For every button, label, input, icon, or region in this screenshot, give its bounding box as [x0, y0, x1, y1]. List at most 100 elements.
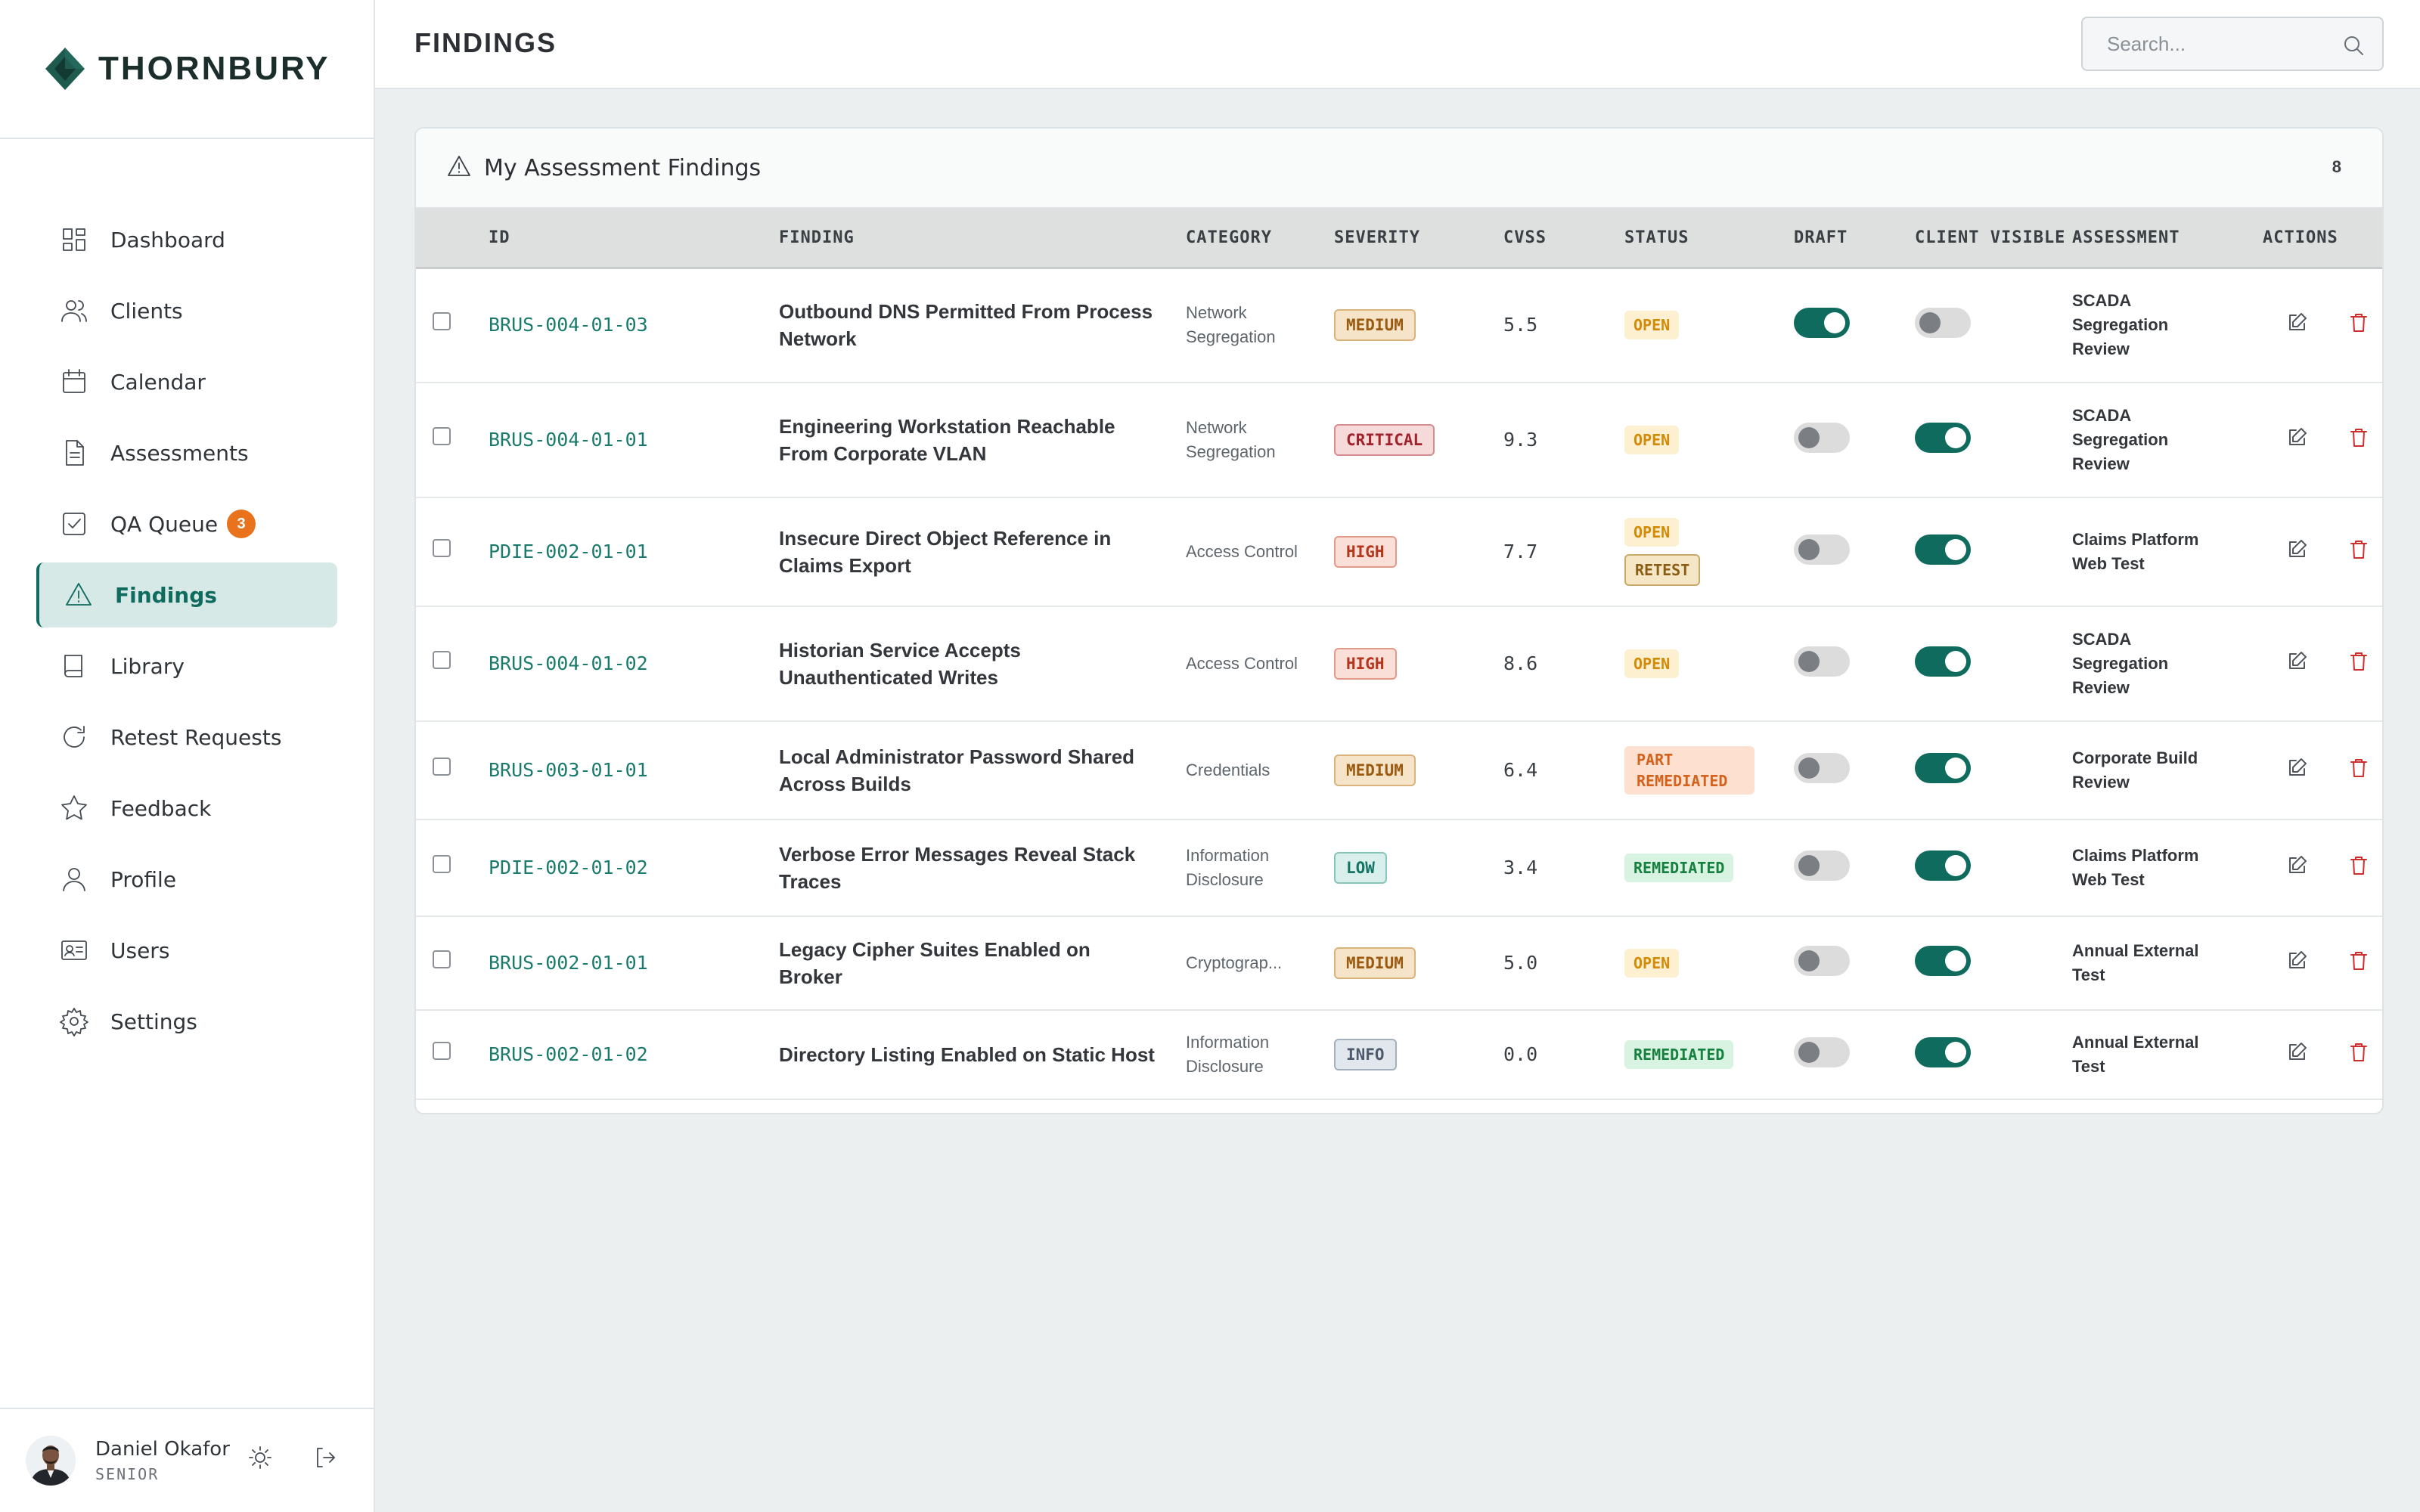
row-select-checkbox[interactable] [433, 539, 451, 557]
row-select-checkbox[interactable] [433, 312, 451, 331]
sidebar-item-qa-queue[interactable]: QA Queue 3 [36, 491, 337, 556]
delete-trash-icon[interactable] [2347, 1041, 2370, 1069]
edit-icon[interactable] [2285, 538, 2308, 566]
table-row[interactable]: PDIE-002-01-02 Verbose Error Messages Rev… [416, 820, 2382, 916]
finding-id-link[interactable]: PDIE-002-01-01 [489, 541, 648, 562]
table-row[interactable]: BRUS-004-01-02 Historian Service Accepts … [416, 606, 2382, 721]
row-select-checkbox[interactable] [433, 1042, 451, 1060]
finding-title[interactable]: Directory Listing Enabled on Static Host [779, 1041, 1186, 1068]
col-header-finding[interactable]: FINDING [779, 209, 1186, 269]
client-visible-toggle[interactable] [1915, 307, 1971, 338]
table-row[interactable]: BRUS-002-01-01 Legacy Cipher Suites Enabl… [416, 916, 2382, 1010]
row-select-checkbox[interactable] [433, 651, 451, 669]
sidebar-item-feedback[interactable]: Feedback [36, 776, 337, 841]
delete-trash-icon[interactable] [2347, 650, 2370, 678]
col-header-assessment[interactable]: ASSESSMENT [2072, 209, 2263, 269]
edit-icon[interactable] [2285, 426, 2308, 454]
draft-toggle[interactable] [1794, 307, 1850, 338]
col-header-status[interactable]: STATUS [1624, 209, 1794, 269]
assessment-name[interactable]: SCADA Segregation Review [2072, 289, 2216, 361]
table-row[interactable]: BRUS-003-01-01 Local Administrator Passwo… [416, 721, 2382, 820]
col-header-severity[interactable]: SEVERITY [1334, 209, 1503, 269]
delete-trash-icon[interactable] [2347, 854, 2370, 882]
client-visible-toggle[interactable] [1915, 850, 1971, 881]
client-visible-toggle[interactable] [1915, 534, 1971, 565]
delete-trash-icon[interactable] [2347, 538, 2370, 566]
finding-title[interactable]: Local Administrator Password Shared Acro… [779, 743, 1186, 798]
delete-trash-icon[interactable] [2347, 757, 2370, 785]
finding-title[interactable]: Insecure Direct Object Reference in Clai… [779, 525, 1186, 579]
finding-id-link[interactable]: PDIE-002-01-02 [489, 857, 648, 878]
delete-trash-icon[interactable] [2347, 950, 2370, 978]
edit-icon[interactable] [2285, 854, 2308, 882]
col-header-id[interactable]: ID [489, 209, 779, 269]
finding-id-link[interactable]: BRUS-003-01-01 [489, 759, 648, 781]
delete-trash-icon[interactable] [2347, 426, 2370, 454]
sidebar-item-library[interactable]: Library [36, 634, 337, 699]
assessment-name[interactable]: SCADA Segregation Review [2072, 627, 2216, 700]
finding-id-link[interactable]: BRUS-004-01-03 [489, 314, 648, 336]
assessment-name[interactable]: Annual External Test [2072, 939, 2216, 987]
row-select-checkbox[interactable] [433, 758, 451, 776]
sidebar-item-retest-requests[interactable]: Retest Requests [36, 705, 337, 770]
search-box[interactable] [2081, 17, 2384, 71]
edit-icon[interactable] [2285, 757, 2308, 785]
sidebar-item-clients[interactable]: Clients [36, 278, 337, 343]
finding-id-link[interactable]: BRUS-004-01-02 [489, 652, 648, 674]
sidebar-item-users[interactable]: Users [36, 918, 337, 983]
edit-icon[interactable] [2285, 311, 2308, 339]
finding-title[interactable]: Verbose Error Messages Reveal Stack Trac… [779, 841, 1186, 895]
table-row[interactable]: BRUS-004-01-03 Outbound DNS Permitted Fro… [416, 268, 2382, 383]
row-select-checkbox[interactable] [433, 855, 451, 873]
table-row[interactable]: BRUS-002-01-02 Directory Listing Enabled … [416, 1010, 2382, 1099]
client-visible-toggle[interactable] [1915, 945, 1971, 976]
search-icon[interactable] [2341, 33, 2366, 61]
search-input[interactable] [2107, 32, 2334, 56]
client-visible-toggle[interactable] [1915, 752, 1971, 783]
draft-toggle[interactable] [1794, 1036, 1850, 1067]
draft-toggle[interactable] [1794, 945, 1850, 976]
col-header-draft[interactable]: DRAFT [1794, 209, 1915, 269]
finding-title[interactable]: Outbound DNS Permitted From Process Netw… [779, 298, 1186, 352]
assessment-name[interactable]: Claims Platform Web Test [2072, 844, 2216, 892]
col-header-cvss[interactable]: CVSS [1503, 209, 1624, 269]
col-header-client-visible[interactable]: CLIENT VISIBLE [1915, 209, 2072, 269]
client-visible-toggle[interactable] [1915, 1036, 1971, 1067]
assessment-name[interactable]: Annual External Test [2072, 1030, 2216, 1079]
edit-icon[interactable] [2285, 650, 2308, 678]
client-visible-toggle[interactable] [1915, 646, 1971, 677]
row-select-checkbox[interactable] [433, 950, 451, 968]
finding-id-link[interactable]: BRUS-002-01-02 [489, 1043, 648, 1065]
row-select-checkbox[interactable] [433, 427, 451, 445]
draft-toggle[interactable] [1794, 646, 1850, 677]
assessment-name[interactable]: Claims Platform Web Test [2072, 528, 2216, 576]
avatar[interactable] [26, 1436, 76, 1486]
finding-title[interactable]: Historian Service Accepts Unauthenticate… [779, 637, 1186, 691]
sidebar-item-calendar[interactable]: Calendar [36, 349, 337, 414]
col-header-category[interactable]: CATEGORY [1186, 209, 1334, 269]
client-visible-toggle[interactable] [1915, 422, 1971, 453]
draft-toggle[interactable] [1794, 850, 1850, 881]
sidebar-item-profile[interactable]: Profile [36, 847, 337, 912]
table-row[interactable]: PDIE-002-01-01 Insecure Direct Object Ref… [416, 497, 2382, 606]
draft-toggle[interactable] [1794, 422, 1850, 453]
brand[interactable]: THORNBURY [0, 0, 374, 139]
delete-trash-icon[interactable] [2347, 311, 2370, 339]
table-row[interactable]: BRUS-004-01-01 Engineering Workstation Re… [416, 383, 2382, 497]
sidebar-item-findings[interactable]: Findings [36, 562, 337, 627]
sidebar-item-settings[interactable]: Settings [36, 989, 337, 1054]
assessment-name[interactable]: SCADA Segregation Review [2072, 404, 2216, 476]
draft-toggle[interactable] [1794, 534, 1850, 565]
sidebar-item-assessments[interactable]: Assessments [36, 420, 337, 485]
sidebar-item-dashboard[interactable]: Dashboard [36, 207, 337, 272]
draft-toggle[interactable] [1794, 752, 1850, 783]
edit-icon[interactable] [2285, 950, 2308, 978]
finding-title[interactable]: Engineering Workstation Reachable From C… [779, 413, 1186, 467]
finding-id-link[interactable]: BRUS-002-01-01 [489, 952, 648, 974]
finding-title[interactable]: Legacy Cipher Suites Enabled on Broker [779, 936, 1186, 990]
finding-id-link[interactable]: BRUS-004-01-01 [489, 429, 648, 451]
edit-icon[interactable] [2285, 1041, 2308, 1069]
assessment-name[interactable]: Corporate Build Review [2072, 746, 2216, 795]
logout-icon[interactable] [312, 1444, 339, 1475]
theme-toggle-sun-icon[interactable] [247, 1444, 274, 1475]
